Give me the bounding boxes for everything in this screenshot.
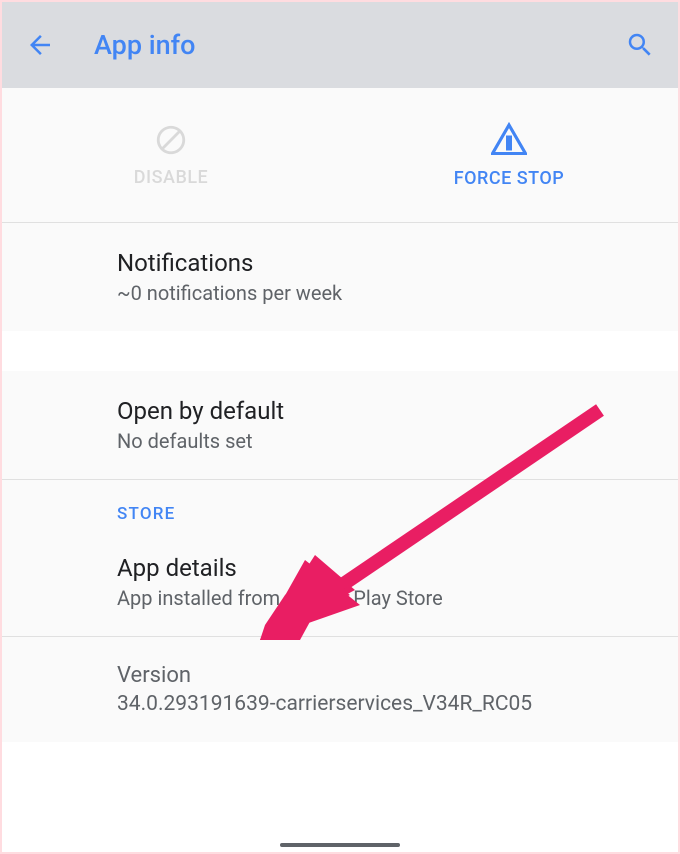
notifications-title: Notifications [117, 249, 648, 277]
app-details-item[interactable]: App details App installed from Google Pl… [2, 528, 678, 636]
disable-button: DISABLE [2, 88, 340, 222]
warning-icon [491, 122, 527, 158]
disable-label: DISABLE [134, 167, 208, 188]
store-section-header: STORE [2, 480, 678, 528]
action-row: DISABLE FORCE STOP [2, 88, 678, 223]
search-button[interactable] [622, 27, 658, 63]
back-button[interactable] [22, 27, 58, 63]
app-details-title: App details [117, 554, 648, 582]
page-title: App info [94, 29, 196, 61]
open-by-default-subtitle: No defaults set [117, 429, 648, 453]
force-stop-button[interactable]: FORCE STOP [340, 88, 678, 222]
search-icon [625, 30, 655, 60]
notifications-subtitle: ~0 notifications per week [117, 281, 648, 305]
open-by-default-item[interactable]: Open by default No defaults set [2, 371, 678, 479]
version-value: 34.0.293191639-carrierservices_V34R_RC05 [117, 692, 648, 716]
header-left: App info [22, 27, 196, 63]
nav-bar-handle[interactable] [280, 843, 400, 847]
list-section-2: Open by default No defaults set STORE Ap… [2, 371, 678, 742]
app-details-subtitle: App installed from Google Play Store [117, 586, 648, 610]
app-bar: App info [2, 2, 678, 88]
version-title: Version [117, 663, 648, 688]
version-item: Version 34.0.293191639-carrierservices_V… [2, 637, 678, 742]
list-section-1: Notifications ~0 notifications per week [2, 223, 678, 331]
disable-icon [154, 123, 188, 157]
open-by-default-title: Open by default [117, 397, 648, 425]
force-stop-label: FORCE STOP [454, 168, 565, 189]
section-gap [2, 331, 678, 371]
arrow-back-icon [25, 30, 55, 60]
notifications-item[interactable]: Notifications ~0 notifications per week [2, 223, 678, 331]
